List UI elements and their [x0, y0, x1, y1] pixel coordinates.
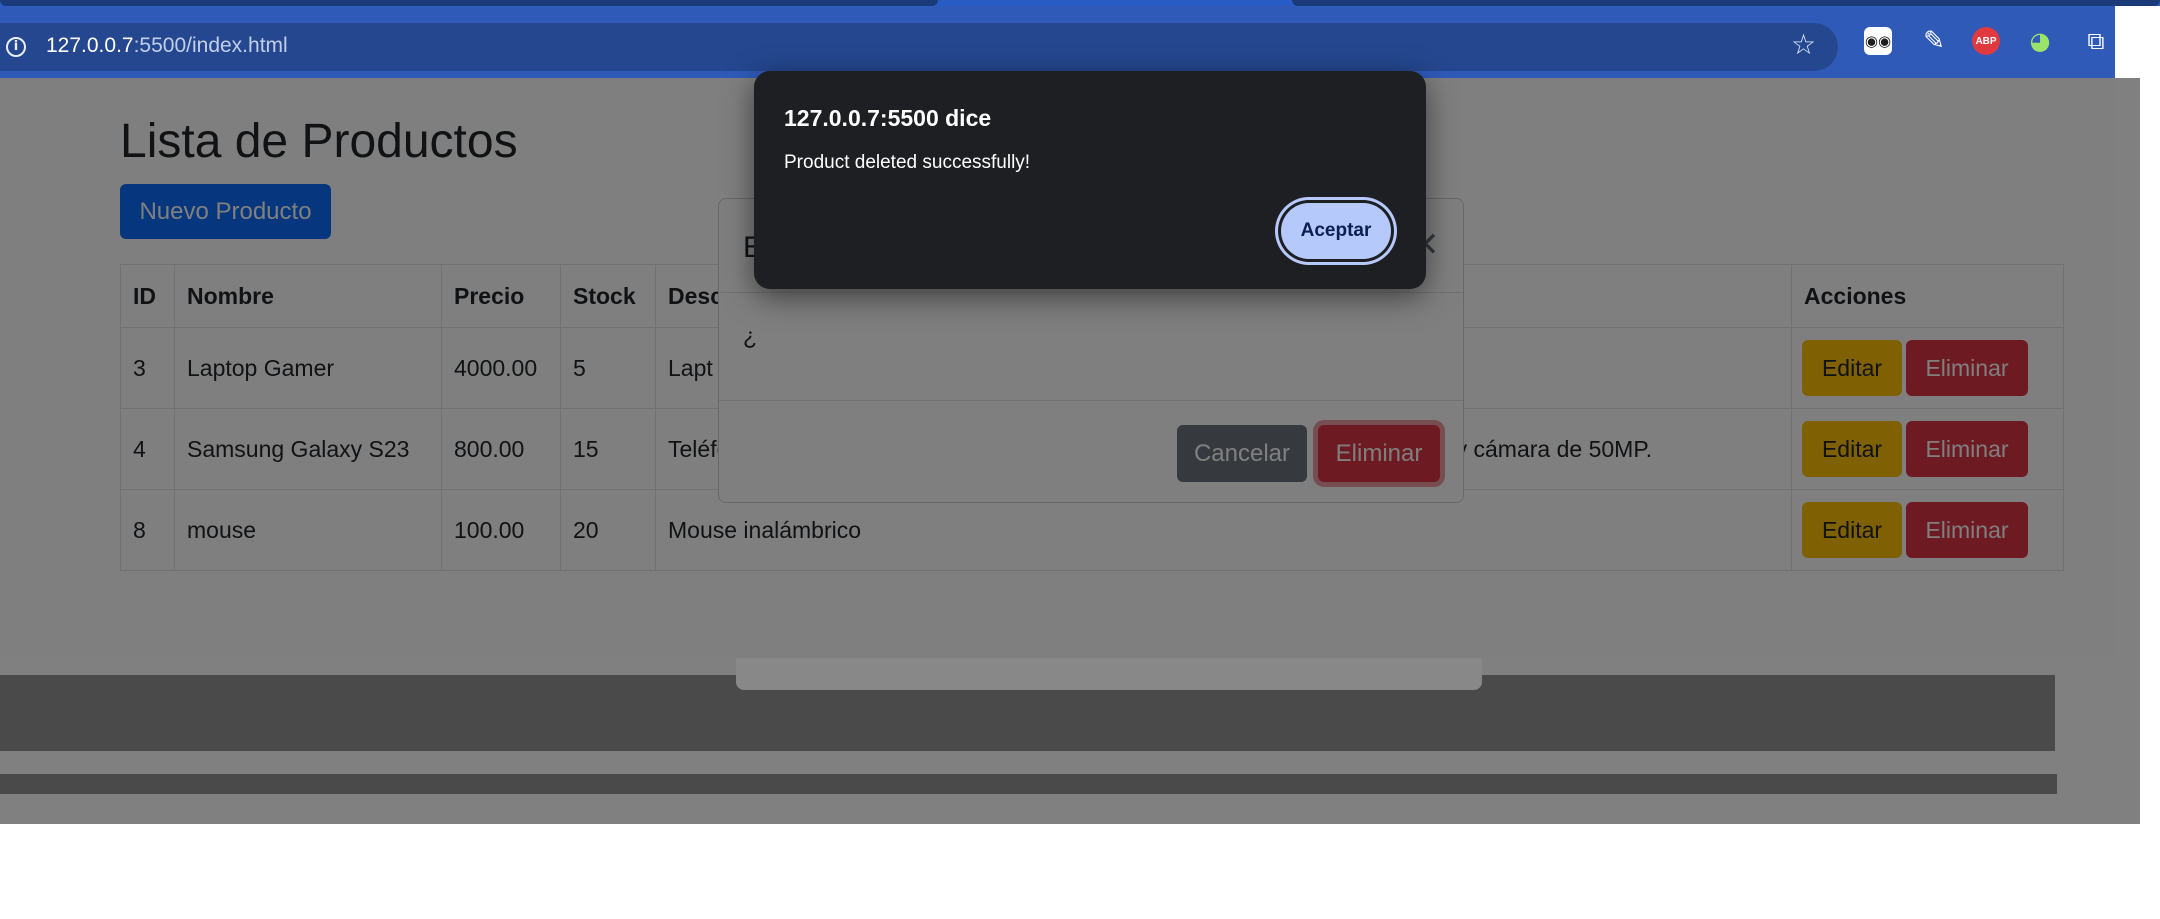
overlay-bar: [0, 774, 2057, 794]
bookmark-star-icon[interactable]: ☆: [1791, 30, 1816, 60]
url-path: :5500/index.html: [133, 34, 288, 57]
address-bar[interactable]: i 127.0.0.7:5500/index.html ☆: [0, 23, 1838, 71]
url-host: 127.0.0.7: [46, 34, 134, 57]
site-info-icon[interactable]: i: [6, 37, 26, 57]
alert-message: Product deleted successfully!: [784, 152, 1031, 173]
url-text[interactable]: 127.0.0.7:5500/index.html: [46, 34, 288, 58]
side-panel-icon[interactable]: ⌐: [2122, 14, 2142, 42]
adblock-plus-extension-icon[interactable]: ABP: [1972, 27, 2000, 55]
reader-extension-icon[interactable]: ◉◉: [1864, 27, 1892, 55]
screen: i 127.0.0.7:5500/index.html ☆ ◉◉ ✎ ABP ◕…: [0, 0, 2160, 919]
browser-alert-dialog: 127.0.0.7:5500 dice Product deleted succ…: [754, 71, 1426, 289]
color-picker-extension-icon[interactable]: ✎: [1918, 25, 1950, 57]
alert-title: 127.0.0.7:5500 dice: [784, 105, 992, 131]
lower-overlay-area: [0, 658, 2140, 824]
browser-toolbar: i 127.0.0.7:5500/index.html ☆ ◉◉ ✎ ABP ◕…: [0, 6, 2115, 78]
overlay-tab: [736, 658, 1482, 690]
alert-ok-button[interactable]: Aceptar: [1281, 203, 1391, 259]
extensions-puzzle-icon[interactable]: ⧉: [2080, 25, 2112, 57]
turtle-extension-icon[interactable]: ◕: [2024, 25, 2056, 57]
